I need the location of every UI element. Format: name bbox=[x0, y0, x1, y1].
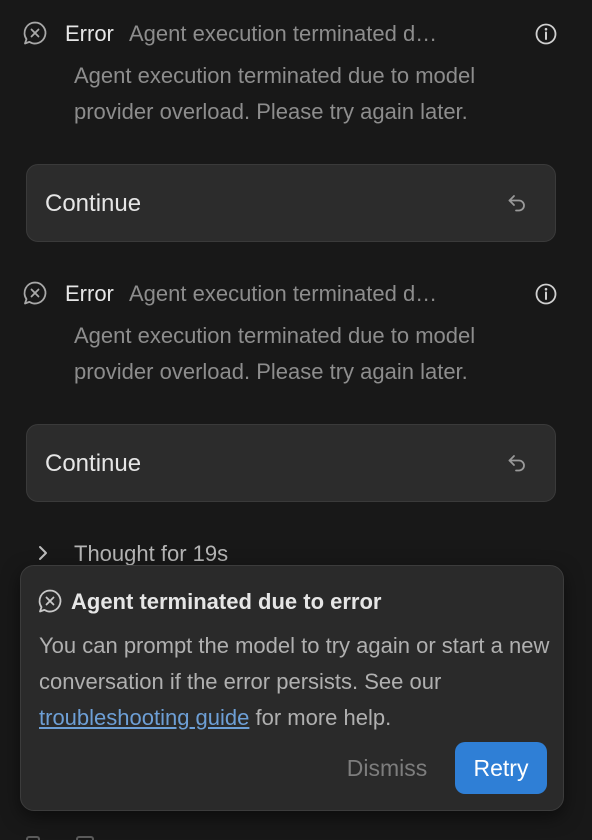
folder-icon bbox=[76, 836, 94, 840]
dismiss-button[interactable]: Dismiss bbox=[327, 742, 447, 794]
continue-button[interactable]: Continue bbox=[26, 424, 556, 502]
error-detail: Agent execution terminated due to model … bbox=[74, 323, 476, 384]
toast-body-text-end: for more help. bbox=[249, 705, 392, 730]
toast-body-text: You can prompt the model to try again or… bbox=[39, 633, 550, 694]
undo-arrow-icon bbox=[508, 455, 525, 472]
toast-title: Agent terminated due to error bbox=[71, 589, 382, 614]
error-detail: Agent execution terminated due to model … bbox=[74, 63, 476, 124]
error-label: Error bbox=[65, 281, 114, 306]
error-message-2: Error Agent execution terminated d… Agen… bbox=[0, 278, 592, 402]
error-toast: Agent terminated due to error You can pr… bbox=[20, 565, 564, 811]
error-summary: Agent execution terminated d… bbox=[129, 281, 438, 306]
continue-label: Continue bbox=[45, 450, 142, 477]
file-icon bbox=[26, 836, 40, 840]
chevron-right-icon bbox=[39, 546, 47, 560]
continue-button[interactable]: Continue bbox=[26, 164, 556, 242]
error-label: Error bbox=[65, 21, 114, 46]
info-icon[interactable] bbox=[534, 22, 558, 46]
error-summary: Agent execution terminated d… bbox=[129, 21, 438, 46]
error-message-1: Error Agent execution terminated d… Agen… bbox=[0, 18, 592, 142]
undo-arrow-icon bbox=[508, 195, 525, 212]
error-header: Error Agent execution terminated d… bbox=[22, 18, 562, 50]
retry-button[interactable]: Retry bbox=[455, 742, 547, 794]
next-content-peek bbox=[22, 832, 142, 840]
toast-body: You can prompt the model to try again or… bbox=[39, 628, 555, 736]
chat-panel: Error Agent execution terminated d… Agen… bbox=[0, 0, 592, 840]
info-icon[interactable] bbox=[534, 282, 558, 306]
error-bubble-icon bbox=[23, 21, 47, 45]
error-header: Error Agent execution terminated d… bbox=[22, 278, 562, 310]
error-bubble-icon bbox=[23, 281, 47, 305]
error-bubble-icon bbox=[38, 589, 62, 613]
thought-label: Thought for 19s bbox=[74, 541, 229, 566]
troubleshooting-guide-link[interactable]: troubleshooting guide bbox=[39, 705, 249, 730]
continue-label: Continue bbox=[45, 190, 142, 217]
